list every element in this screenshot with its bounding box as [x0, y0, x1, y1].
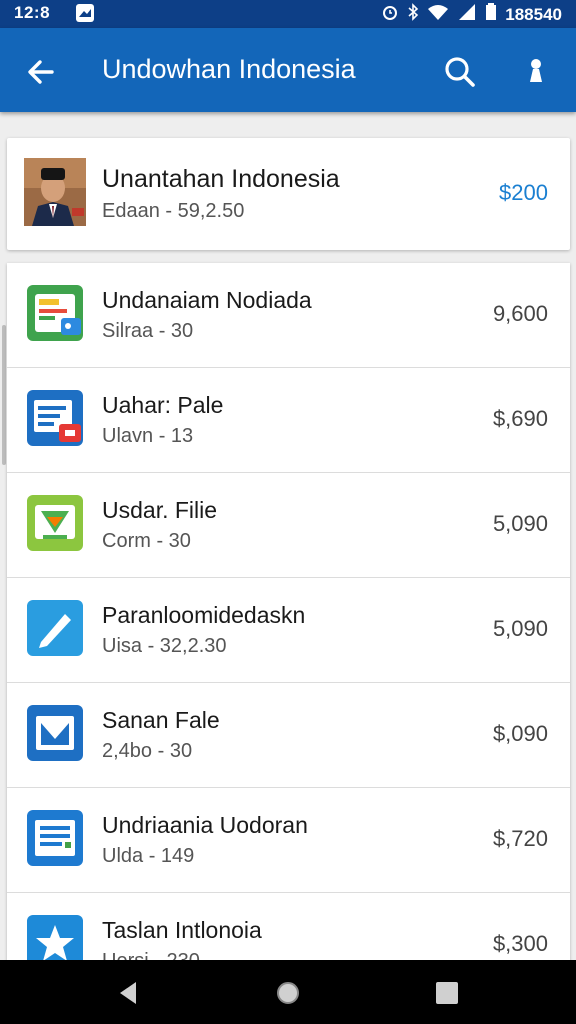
item-subtitle: Uisa - 32,2.30	[102, 635, 227, 657]
square-recents-icon	[436, 982, 458, 1004]
map-icon	[27, 495, 83, 551]
battery-icon	[485, 3, 497, 26]
featured-price: $200	[499, 180, 548, 205]
search-button[interactable]	[440, 52, 480, 92]
list-item[interactable]: Paranloomidedaskn Uisa - 32,2.30 5,090	[7, 578, 570, 683]
list-item[interactable]: Undriaania Uodoran Ulda - 149 $,720	[7, 788, 570, 893]
nav-recents-button[interactable]	[432, 978, 462, 1008]
item-title: Undanaiam Nodiada	[102, 287, 312, 313]
profile-button[interactable]	[518, 52, 558, 92]
inbox-icon	[27, 705, 83, 761]
item-subtitle: 2,4bo - 30	[102, 740, 193, 762]
item-price: $,720	[492, 826, 548, 851]
item-price: $,690	[492, 406, 548, 431]
item-subtitle: Corm - 30	[102, 530, 191, 552]
item-price: 9,600	[492, 301, 548, 326]
nav-home-button[interactable]	[273, 978, 303, 1008]
triangle-back-icon	[120, 982, 136, 1004]
nav-back-button[interactable]	[114, 978, 144, 1008]
list-item[interactable]: Usdar. Filie Corm - 30 5,090	[7, 473, 570, 578]
pencil-icon	[27, 600, 83, 656]
item-title: Uahar: Pale	[102, 392, 224, 418]
back-button[interactable]	[22, 52, 62, 92]
item-price: $,090	[492, 721, 548, 746]
alarm-icon	[381, 3, 399, 26]
item-title: Usdar. Filie	[102, 497, 218, 523]
arrow-back-icon	[28, 60, 54, 84]
featured-title: Unantahan Indonesia	[102, 165, 340, 193]
featured-subtitle: Edaan - 59,2.50	[102, 200, 245, 222]
gallery-icon	[27, 285, 83, 341]
item-subtitle: Ulavn - 13	[102, 425, 194, 447]
form-icon	[27, 810, 83, 866]
item-title: Sanan Fale	[102, 707, 220, 733]
list-item[interactable]: Uahar: Pale Ulavn - 13 $,690	[7, 368, 570, 473]
system-nav-bar	[0, 960, 576, 1024]
list-item[interactable]: Sanan Fale 2,4bo - 30 $,090	[7, 683, 570, 788]
bluetooth-icon	[407, 3, 419, 26]
item-subtitle: Ulda - 149	[102, 845, 195, 867]
status-bar: 12:8 188540	[0, 0, 576, 28]
page-title: Undowhan Indonesia	[102, 54, 356, 84]
status-icons: 188540	[381, 3, 562, 26]
avatar	[24, 158, 86, 226]
item-list: Undanaiam Nodiada Silraa - 30 9,600 Uaha…	[7, 263, 570, 983]
wifi-icon	[427, 3, 449, 26]
search-icon	[445, 57, 475, 87]
scroll-indicator[interactable]	[2, 325, 6, 465]
document-icon	[27, 390, 83, 446]
item-title: Taslan Intlonoia	[102, 917, 262, 943]
signal-icon	[457, 3, 477, 26]
item-price: 5,090	[492, 616, 548, 641]
item-subtitle: Silraa - 30	[102, 320, 194, 342]
screen: 12:8 188540 Undowhan Indonesia Unantahan…	[0, 0, 576, 1024]
notification-icon	[76, 4, 94, 22]
item-price: 5,090	[492, 511, 548, 536]
item-title: Paranloomidedaskn	[102, 602, 306, 628]
status-time: 12:8	[14, 3, 51, 22]
status-readout: 188540	[505, 4, 562, 24]
circle-home-icon	[277, 982, 299, 1004]
featured-card[interactable]: Unantahan Indonesia Edaan - 59,2.50 $200	[7, 138, 570, 250]
item-price: $,300	[492, 931, 548, 956]
item-title: Undriaania Uodoran	[102, 812, 308, 838]
app-bar: Undowhan Indonesia	[0, 28, 576, 112]
person-icon	[530, 59, 542, 82]
list-item[interactable]: Undanaiam Nodiada Silraa - 30 9,600	[7, 263, 570, 368]
